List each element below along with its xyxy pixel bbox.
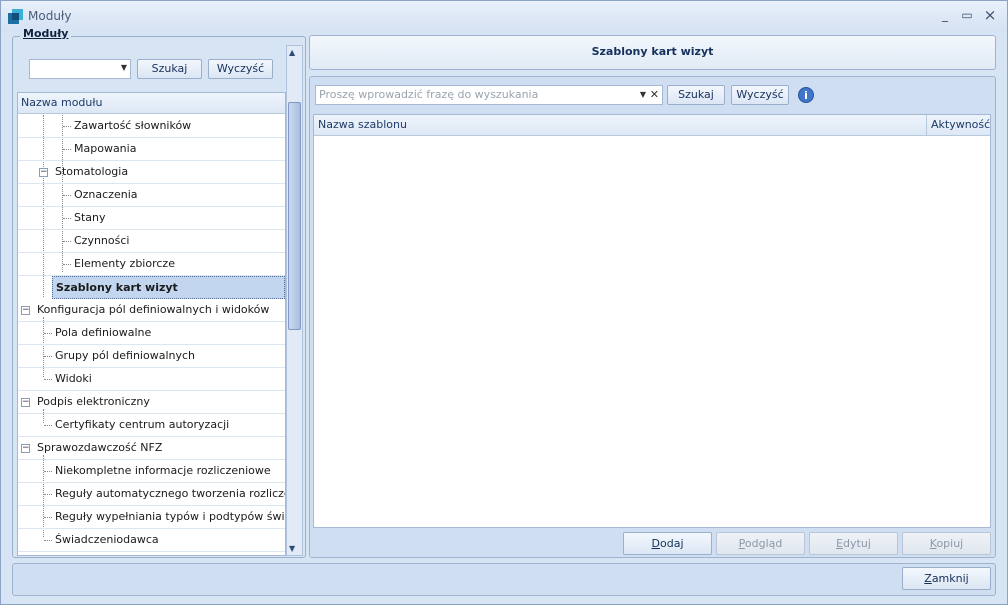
templates-grid: Nazwa szablonu Aktywność xyxy=(313,114,991,528)
tree-item[interactable]: Pola definiowalne xyxy=(18,322,285,345)
tree-item[interactable]: Certyfikaty centrum autoryzacji xyxy=(18,414,285,437)
app-icon xyxy=(8,9,23,24)
template-search-input[interactable]: Proszę wprowadzić frazę do wyszukania ▼ … xyxy=(315,85,663,105)
search-placeholder: Proszę wprowadzić frazę do wyszukania xyxy=(319,88,539,101)
left-search-button[interactable]: Szukaj xyxy=(137,59,202,79)
right-search-button[interactable]: Szukaj xyxy=(667,85,725,105)
tree-item-group[interactable]: − Stomatologia xyxy=(18,161,285,184)
tree-item[interactable]: Czynności xyxy=(18,230,285,253)
tree-item[interactable]: Grupy pól definiowalnych xyxy=(18,345,285,368)
scroll-thumb[interactable] xyxy=(288,102,301,330)
preview-button[interactable]: Podgląd xyxy=(716,532,805,555)
tree-item-selected[interactable]: Szablony kart wizyt xyxy=(52,276,285,299)
minimize-button[interactable]: _ xyxy=(937,8,953,22)
info-icon[interactable]: i xyxy=(798,87,814,103)
chevron-down-icon[interactable]: ▼ xyxy=(640,86,646,104)
tree-item[interactable]: Oznaczenia xyxy=(18,184,285,207)
scroll-down-icon[interactable]: ▼ xyxy=(289,544,295,553)
tree-scrollbar[interactable]: ▲ ▼ xyxy=(286,45,303,556)
chevron-down-icon[interactable]: ▼ xyxy=(121,63,127,72)
clear-icon[interactable]: ✕ xyxy=(650,86,659,104)
right-clear-button[interactable]: Wyczyść xyxy=(731,85,789,105)
scroll-up-icon[interactable]: ▲ xyxy=(289,48,295,57)
module-tree: Nazwa modułu Zawartość słowników Mapowan… xyxy=(17,92,286,556)
modules-group-label: Moduły xyxy=(20,27,72,40)
left-clear-button[interactable]: Wyczyść xyxy=(208,59,273,79)
close-button[interactable]: Zamknij xyxy=(902,567,991,590)
tree-item[interactable]: Świadczeniodawca xyxy=(18,529,285,552)
tree-column-header[interactable]: Nazwa modułu xyxy=(18,93,285,114)
tree-item[interactable]: Elementy zbiorcze xyxy=(18,253,285,276)
collapse-icon[interactable]: − xyxy=(39,168,48,177)
title-bar[interactable]: Moduły _ ▭ × xyxy=(1,1,1007,31)
close-window-button[interactable]: × xyxy=(982,8,998,23)
column-header-active[interactable]: Aktywność xyxy=(926,115,990,135)
tree-item[interactable]: Niekompletne informacje rozliczeniowe xyxy=(18,460,285,483)
edit-button[interactable]: Edytuj xyxy=(809,532,898,555)
column-header-name[interactable]: Nazwa szablonu xyxy=(318,115,407,135)
bottom-bar xyxy=(12,563,996,596)
tree-item[interactable]: Stany xyxy=(18,207,285,230)
window-title: Moduły xyxy=(28,9,72,23)
copy-button[interactable]: Kopiuj xyxy=(902,532,991,555)
add-button[interactable]: Dodaj xyxy=(623,532,712,555)
collapse-icon[interactable]: − xyxy=(21,306,30,315)
grid-header: Nazwa szablonu Aktywność xyxy=(314,115,990,136)
maximize-button[interactable]: ▭ xyxy=(959,8,975,22)
tree-item-group[interactable]: − Sprawozdawczość NFZ xyxy=(18,437,285,460)
tree-item[interactable]: Widoki xyxy=(18,368,285,391)
tree-item[interactable]: Reguły automatycznego tworzenia rozlicze… xyxy=(18,483,285,506)
tree-item-group[interactable]: − Podpis elektroniczny xyxy=(18,391,285,414)
collapse-icon[interactable]: − xyxy=(21,444,30,453)
tree-item[interactable]: Mapowania xyxy=(18,138,285,161)
collapse-icon[interactable]: − xyxy=(21,398,30,407)
section-title: Szablony kart wizyt xyxy=(591,45,714,58)
module-filter-combo[interactable]: ▼ xyxy=(29,59,131,79)
tree-item[interactable]: Reguły wypełniania typów i podtypów świa… xyxy=(18,506,285,529)
tree-item[interactable]: Zawartość słowników xyxy=(18,115,285,138)
section-header: Szablony kart wizyt xyxy=(309,35,996,70)
tree-item-group[interactable]: − Konfiguracja pól definiowalnych i wido… xyxy=(18,299,285,322)
